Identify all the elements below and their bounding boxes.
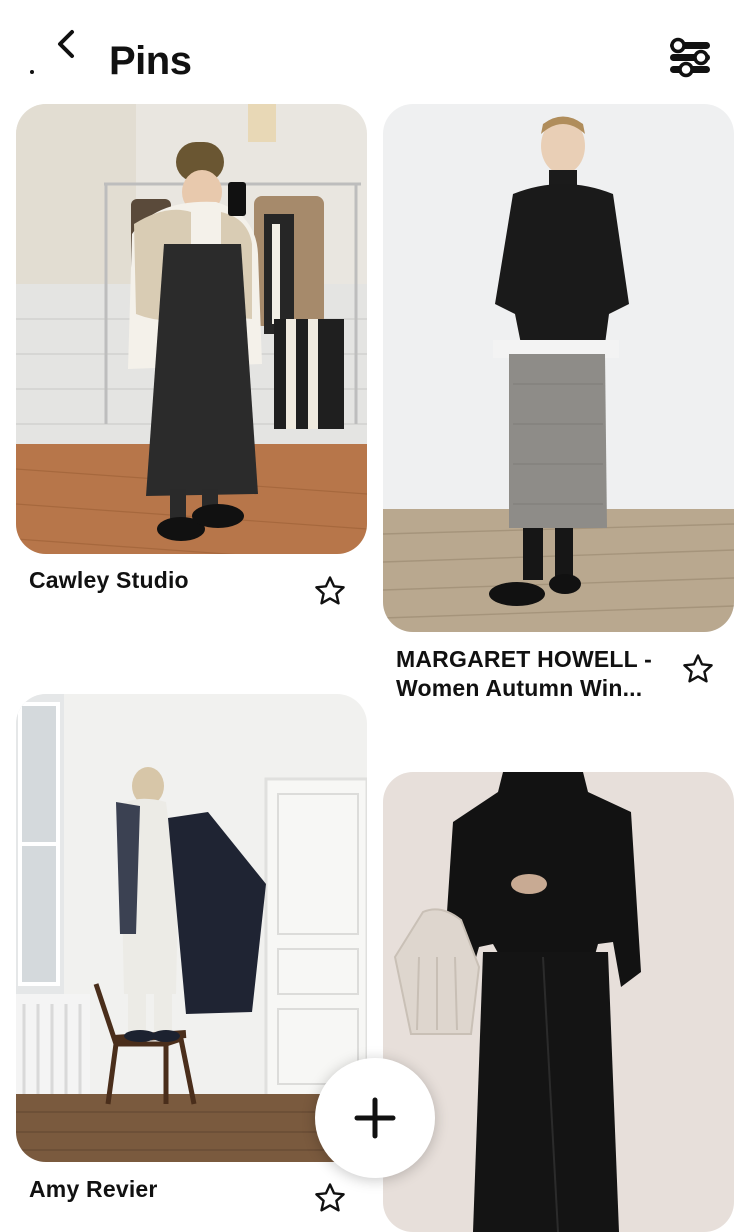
pin-title: Amy Revier	[29, 1176, 158, 1202]
star-outline-icon	[315, 576, 345, 605]
pin-photo	[383, 104, 734, 632]
pin-image-cawley-studio[interactable]	[16, 104, 367, 554]
pin-title-line: Women Autumn Win...	[396, 675, 643, 701]
page-title: Pins	[109, 39, 192, 83]
pin-image-black-outfit[interactable]	[383, 772, 734, 1232]
pin-title-line: MARGARET HOWELL -	[396, 646, 652, 672]
pin-image-amy-revier[interactable]	[16, 694, 367, 1162]
add-pin-button[interactable]	[315, 1058, 435, 1178]
pin-photo	[16, 104, 367, 554]
pin-image-margaret-howell[interactable]	[383, 104, 734, 632]
save-pin-button[interactable]	[313, 574, 347, 608]
pin-title: Cawley Studio	[29, 567, 189, 593]
pin-photo	[383, 772, 734, 1232]
save-pin-button[interactable]	[681, 652, 715, 686]
chevron-left-icon	[58, 30, 74, 58]
sliders-icon	[670, 37, 710, 78]
pin-title: MARGARET HOWELL - Women Autumn Win...	[396, 645, 676, 703]
status-dot	[30, 70, 34, 74]
save-pin-button[interactable]	[313, 1181, 347, 1215]
star-outline-icon	[315, 1183, 345, 1212]
back-button[interactable]	[44, 24, 88, 68]
pin-photo	[16, 694, 367, 1162]
filter-button[interactable]	[664, 36, 716, 80]
plus-icon	[354, 1097, 396, 1139]
top-bar: Pins	[0, 0, 750, 100]
star-outline-icon	[683, 654, 713, 683]
